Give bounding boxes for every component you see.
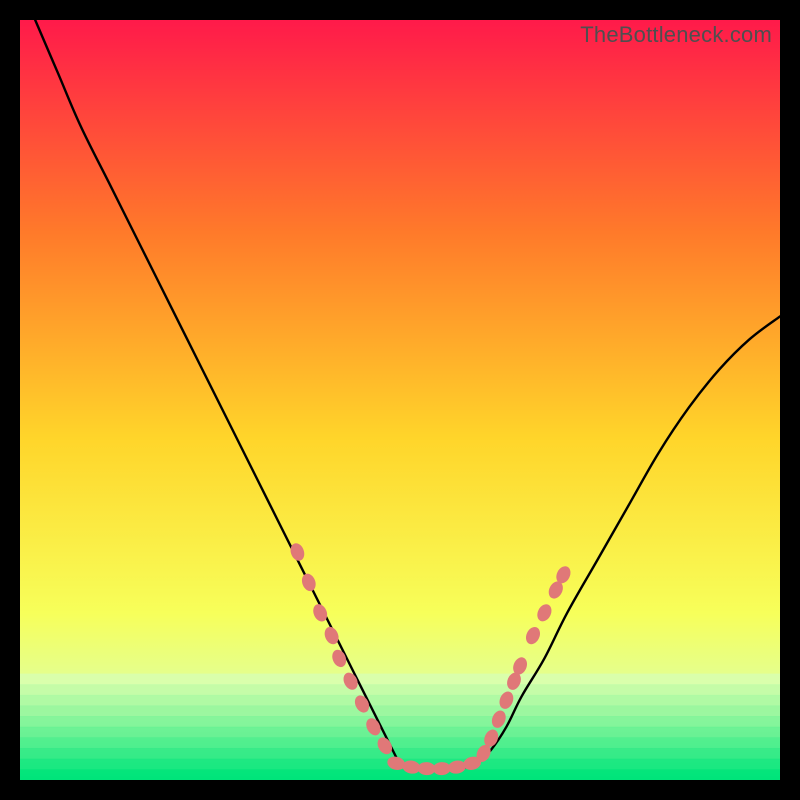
band: [20, 674, 780, 685]
chart-svg: [20, 20, 780, 780]
gradient-background: [20, 20, 780, 780]
band: [20, 706, 780, 717]
band: [20, 727, 780, 738]
band: [20, 769, 780, 780]
band: [20, 684, 780, 695]
band: [20, 716, 780, 727]
band: [20, 737, 780, 748]
chart-frame: TheBottleneck.com: [20, 20, 780, 780]
band: [20, 695, 780, 706]
watermark-text: TheBottleneck.com: [580, 22, 772, 48]
band: [20, 748, 780, 759]
